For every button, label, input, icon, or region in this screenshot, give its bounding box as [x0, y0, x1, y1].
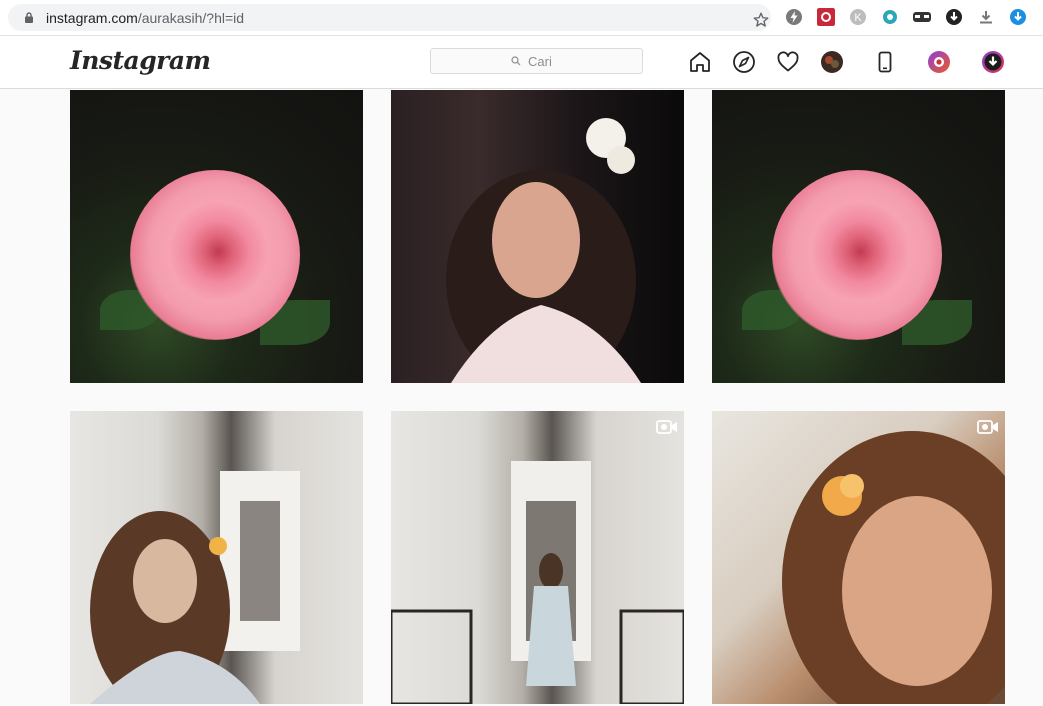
url-path: /aurakasih/?hl=id: [137, 10, 245, 26]
post-tile[interactable]: [712, 90, 1005, 383]
explore-compass-icon[interactable]: [732, 50, 756, 74]
lock-icon[interactable]: [24, 12, 34, 23]
red-extension-icon[interactable]: [817, 8, 835, 26]
url-text[interactable]: instagram.com/aurakasih/?hl=id: [46, 10, 244, 26]
mask-extension-icon[interactable]: [913, 8, 931, 26]
corridor-portrait-image: [90, 471, 300, 704]
downloads-icon[interactable]: [977, 8, 995, 26]
download-circle-icon[interactable]: [981, 50, 1005, 74]
profile-avatar[interactable]: [820, 50, 844, 74]
instagram-logo[interactable]: Instagram: [70, 46, 211, 75]
portrait-image: [446, 118, 641, 383]
mobile-phone-icon[interactable]: [873, 50, 897, 74]
video-badge-icon: [977, 420, 998, 434]
bolt-extension-icon[interactable]: [785, 8, 803, 26]
browser-toolbar: instagram.com/aurakasih/?hl=id K: [0, 0, 1043, 36]
search-icon: [511, 56, 521, 66]
post-tile[interactable]: [391, 411, 684, 704]
selfie-flower-image: [782, 431, 1005, 704]
video-badge-icon: [656, 420, 677, 434]
search-input[interactable]: Cari: [430, 48, 643, 74]
gear-extension-icon[interactable]: [881, 8, 899, 26]
blue-download-extension-icon[interactable]: [1009, 8, 1027, 26]
k-extension-icon[interactable]: K: [849, 8, 867, 26]
instagram-header: Instagram Cari: [0, 36, 1043, 89]
search-placeholder: Cari: [528, 54, 552, 69]
address-bar[interactable]: instagram.com/aurakasih/?hl=id: [8, 4, 771, 31]
corridor-walk-image: [391, 461, 684, 704]
activity-heart-icon[interactable]: [776, 50, 800, 74]
rose-image: [130, 170, 300, 340]
gradient-extension-icon[interactable]: [927, 50, 951, 74]
bookmark-star-icon[interactable]: [752, 11, 770, 29]
home-icon[interactable]: [688, 50, 712, 74]
post-tile[interactable]: [70, 411, 363, 704]
post-tile[interactable]: [712, 411, 1005, 704]
svg-text:K: K: [854, 12, 862, 24]
download-extension-icon[interactable]: [945, 8, 963, 26]
post-tile[interactable]: [70, 90, 363, 383]
post-tile[interactable]: [391, 90, 684, 383]
url-host: instagram.com: [46, 10, 138, 26]
rose-image: [772, 170, 942, 340]
